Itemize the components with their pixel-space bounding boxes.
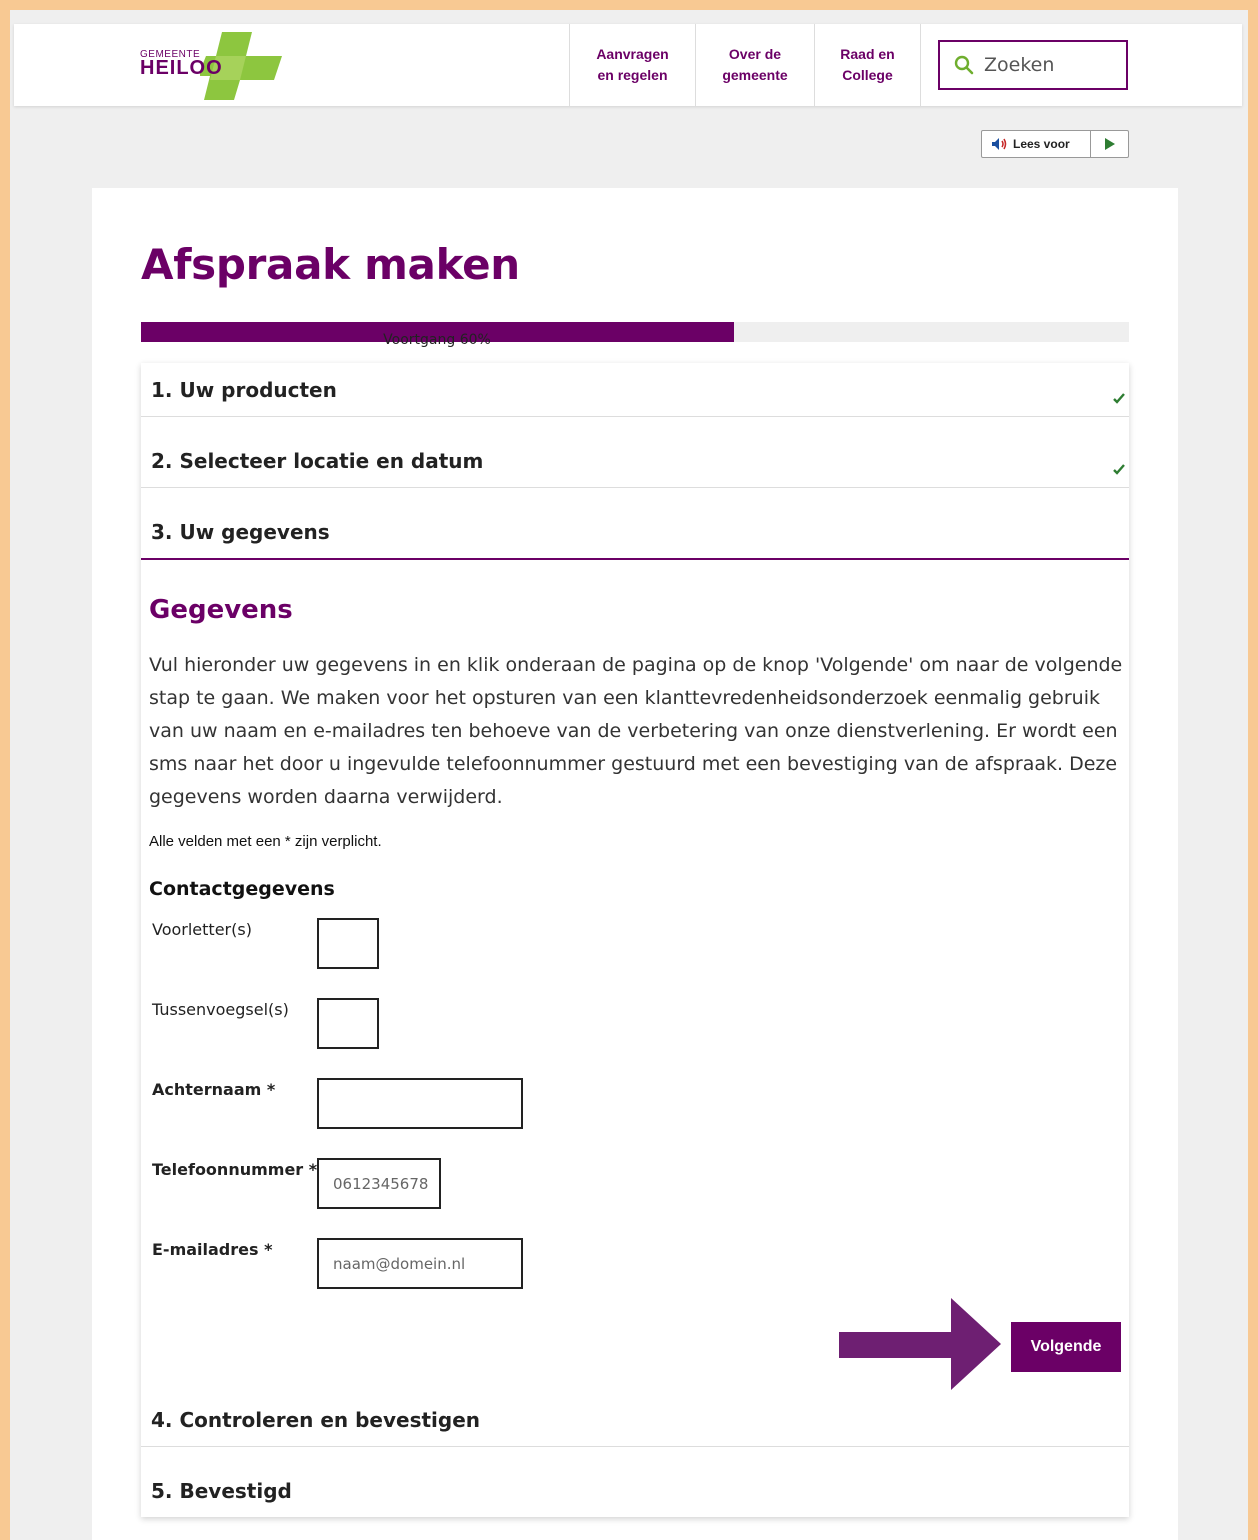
- logo[interactable]: GEMEENTE HEILOO: [140, 32, 282, 100]
- logo-name: HEILOO: [140, 57, 223, 79]
- form-intro: Vul hieronder uw gegevens in en klik ond…: [149, 654, 1123, 808]
- infix-label: Tussenvoegsel(s): [152, 1000, 289, 1019]
- nav-raad-en-college[interactable]: Raad en College: [814, 24, 921, 106]
- lastname-label: Achternaam *: [152, 1080, 276, 1099]
- nav-aanvragen[interactable]: Aanvragen en regelen: [569, 24, 695, 106]
- main-nav: Aanvragen en regelen Over de gemeente Ra…: [569, 24, 921, 106]
- step-1-label: 1. Uw producten: [151, 378, 337, 402]
- step-4-label: 4. Controleren en bevestigen: [151, 1408, 481, 1432]
- read-aloud-widget: Lees voor: [981, 130, 1129, 158]
- step-5-label: 5. Bevestigd: [151, 1479, 292, 1503]
- play-icon: [1104, 138, 1115, 150]
- step-2-label: 2. Selecteer locatie en datum: [151, 449, 484, 473]
- search-input[interactable]: [984, 54, 1114, 76]
- initials-field[interactable]: [317, 918, 379, 969]
- check-icon: [1113, 393, 1125, 404]
- read-aloud-button[interactable]: Lees voor: [982, 131, 1090, 157]
- search-box[interactable]: [938, 40, 1128, 90]
- step-4-header[interactable]: 4. Controleren en bevestigen: [141, 1393, 1129, 1447]
- step-5-header[interactable]: 5. Bevestigd: [141, 1464, 1129, 1518]
- page-title: Afspraak maken: [141, 240, 520, 289]
- next-button[interactable]: Volgende: [1011, 1322, 1121, 1372]
- site-header: GEMEENTE HEILOO Aanvragen en regelen Ove…: [14, 24, 1242, 106]
- check-icon: [1113, 464, 1125, 475]
- required-note: Alle velden met een * zijn verplicht.: [149, 833, 382, 850]
- phone-label: Telefoonnummer *: [152, 1160, 318, 1179]
- initials-label: Voorletter(s): [152, 920, 252, 939]
- steps-accordion: 1. Uw producten 2. Selecteer locatie en …: [141, 363, 1129, 1517]
- email-field[interactable]: [317, 1238, 523, 1289]
- step-2-header[interactable]: 2. Selecteer locatie en datum: [141, 434, 1129, 488]
- progress-label: Voortgang 60%: [383, 332, 491, 348]
- infix-field[interactable]: [317, 998, 379, 1049]
- read-aloud-label: Lees voor: [1013, 137, 1070, 151]
- nav-over-de-gemeente[interactable]: Over de gemeente: [695, 24, 814, 106]
- search-icon: [954, 55, 974, 75]
- step-3-header[interactable]: 3. Uw gegevens: [141, 505, 1129, 560]
- lastname-field[interactable]: [317, 1078, 523, 1129]
- step-1-header[interactable]: 1. Uw producten: [141, 363, 1129, 417]
- read-aloud-play-button[interactable]: [1090, 131, 1128, 157]
- phone-field[interactable]: [317, 1158, 441, 1209]
- contact-section-title: Contactgegevens: [149, 878, 335, 900]
- form-title: Gegevens: [149, 595, 293, 625]
- progress-bar: Voortgang 60%: [141, 322, 1129, 348]
- email-label: E-mailadres *: [152, 1240, 273, 1259]
- step-3-label: 3. Uw gegevens: [151, 520, 330, 544]
- speaker-icon: [992, 138, 1007, 150]
- arrow-right-icon: [839, 1298, 1001, 1390]
